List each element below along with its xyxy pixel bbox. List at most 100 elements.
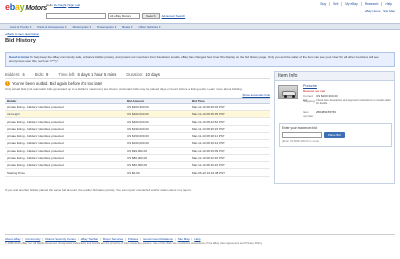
bid-time-cell: Mar-11-10 08:25:35 PST — [190, 110, 270, 119]
duration-stat: Duration: 10 days — [126, 72, 160, 77]
table-row: private listing - bidders' identities pr… — [5, 125, 270, 134]
footer-separator: | — [174, 237, 176, 241]
bid-amount-cell: US $100,000.00 — [125, 139, 190, 148]
item-title-link[interactable]: Porsche — [303, 84, 317, 88]
footer-separator: | — [140, 237, 142, 241]
bid-time-cell: Mar-11-10 08:26:02 PST — [190, 103, 270, 112]
help-link[interactable]: Help — [381, 2, 395, 6]
footer-link[interactable]: Buyer Services — [103, 237, 123, 241]
bidder-cell: private listing - bidders' identities pr… — [5, 139, 125, 148]
table-row: trk-freight US $200,000.00 Mar-11-10 08:25… — [5, 110, 270, 119]
table-row: private listing - bidders' identities pr… — [5, 161, 270, 170]
chevron-down-icon: ▾ — [29, 24, 32, 29]
footer-separator: | — [77, 237, 79, 241]
info-text: To help keep the eBay community safe, en… — [9, 55, 379, 63]
item-number-value: 280489155760 — [316, 110, 337, 114]
nav-boats[interactable]: Boats▾ — [122, 25, 132, 29]
footer-link[interactable]: eBay Toolbar — [81, 237, 98, 241]
my-ebay-link[interactable]: My eBay — [341, 2, 360, 6]
advanced-search-link[interactable]: Advanced Search — [162, 14, 186, 18]
bidder-cell: private listing - bidders' identities pr… — [5, 117, 125, 126]
chevron-down-icon: ▾ — [159, 24, 161, 29]
ebay-motors-logo[interactable]: ebayMotors — [5, 2, 47, 12]
nav-motorcycles[interactable]: Motorcycles▾ — [73, 25, 92, 29]
footer-separator: | — [42, 237, 44, 241]
subtop-links[interactable]: eBay Home · Site Map — [365, 9, 395, 13]
table-row: private listing - bidders' identities pr… — [5, 147, 270, 155]
item-number-row: Item number: 280489155760 — [303, 110, 391, 118]
top-links: Buy Sell My eBay Research Help — [318, 2, 395, 6]
chevron-down-icon: ▾ — [130, 24, 133, 29]
back-link[interactable]: ◂ Back to item description — [5, 32, 39, 36]
item-info-header: Item Info — [275, 72, 394, 81]
item-thumbnail[interactable] — [278, 85, 298, 99]
bidder-cell: private listing - bidders' identities pr… — [5, 132, 125, 141]
bid-time-cell: Mar-11-10 08:18:11 PST — [190, 132, 270, 141]
footer-link[interactable]: Site Map — [178, 237, 190, 241]
bidder-cell[interactable]: trk-freight — [5, 110, 125, 119]
bid-amount-cell: US $200,000.00 — [125, 110, 190, 119]
nav-cars-trucks[interactable]: Cars & Trucks▾ — [10, 25, 31, 29]
table-row: private listing - bidders' identities pr… — [5, 117, 270, 126]
footer-separator: | — [100, 237, 101, 241]
nav-other-vehicles[interactable]: Other Vehicles▾ — [138, 25, 160, 29]
max-bid-input[interactable] — [282, 132, 322, 138]
search-button[interactable]: Search — [142, 13, 160, 19]
bid-stats: Bidders: 4 Bids: 9 Time left: 6 days 1 hour… — [5, 71, 270, 79]
table-row: private listing - bidders' identities pr… — [5, 154, 270, 163]
footer-separator: | — [191, 237, 193, 241]
bidder-cell: Starting Price — [5, 168, 125, 177]
footer-link[interactable]: Policies — [128, 237, 138, 241]
footer-link[interactable]: Motors Security Center — [45, 237, 76, 241]
bid-amount-cell: US $190,000.00 — [125, 125, 190, 134]
buy-link[interactable]: Buy — [318, 2, 330, 6]
table-row: Starting Price US $0.99 Mar-05-10 19:16:38… — [5, 168, 270, 177]
footer-link[interactable]: Community — [25, 237, 40, 241]
table-row: private listing - bidders' identities pr… — [5, 103, 270, 112]
bid-amount-cell: US $99,000.00 — [125, 147, 190, 155]
footer-separator: | — [125, 237, 126, 241]
place-bid-button[interactable]: Place Bid — [324, 132, 345, 138]
chevron-down-icon: ▾ — [89, 24, 92, 29]
sell-link[interactable]: Sell — [329, 2, 341, 6]
copyright: © 1995-2010 eBay Inc. All Rights Reserve… — [5, 242, 263, 245]
bid-amount-cell: US $0.99 — [125, 168, 190, 177]
search-bar: All eBay Motors Search Advanced Search — [46, 13, 185, 19]
bid-time-cell: Mar-11-10 08:16:44 PST — [190, 139, 270, 148]
max-bid-label: Enter your maximum bid: — [282, 126, 318, 130]
bid-history-panel: Bidders: 4 Bids: 9 Time left: 6 days 1 hour… — [5, 71, 270, 177]
search-input[interactable] — [46, 13, 106, 19]
page-title: Bid History — [5, 38, 36, 44]
nav-powersports[interactable]: Powersports▾ — [97, 25, 116, 29]
bid-amount-cell: US $80,000.00 — [125, 154, 190, 163]
footer-divider — [5, 234, 395, 235]
item-info-panel: Item Info Porsche Reserve not met Curren… — [274, 71, 395, 184]
item-summary: Porsche Reserve not met Current bid: US … — [275, 81, 394, 121]
chevron-down-icon: ▾ — [114, 24, 117, 29]
nav-parts-accessories[interactable]: Parts & Accessories▾ — [37, 25, 66, 29]
show-automatic-bids-link[interactable]: Show automatic bids — [242, 93, 270, 97]
bid-time-cell: Mar-11-10 08:24:52 PST — [190, 117, 270, 126]
reserve-status: Reserve not met — [303, 89, 326, 93]
table-row: private listing - bidders' identities pr… — [5, 132, 270, 141]
time-left-stat: Time left: 6 days 1 hour 5 mins — [58, 72, 117, 77]
bidder-cell: private listing - bidders' identities pr… — [5, 147, 125, 155]
bid-time-cell: Mar-11-10 08:20:15 PST — [190, 125, 270, 134]
footnote: If you and another bidder placed the sam… — [5, 188, 192, 192]
bid-time-cell: Mar-11-10 08:15:09 PST — [190, 147, 270, 155]
category-select[interactable]: All eBay Motors — [108, 13, 140, 19]
bid-amount-cell: US $200,000.00 — [125, 117, 190, 126]
bid-amount-cell: US $200,300.00 — [125, 103, 190, 112]
footer-separator: | — [22, 237, 24, 241]
bidder-cell: private listing - bidders' identities pr… — [5, 103, 125, 112]
sign-out-link[interactable]: Sign out — [68, 3, 79, 7]
bid-hint: (Enter US $200,400.00 or more) — [282, 140, 320, 143]
footer-link[interactable]: About eBay — [5, 237, 21, 241]
bid-time-cell: Mar-05-10 19:16:38 PST — [190, 168, 270, 177]
footer-link[interactable]: Government Relations — [143, 237, 173, 241]
bid-amount-cell: US $50,000.00 — [125, 161, 190, 170]
user-link[interactable]: trk-freight — [54, 3, 67, 7]
shipping-value: Check item description and payment instr… — [316, 99, 391, 105]
footer-link[interactable]: Help — [194, 237, 200, 241]
research-link[interactable]: Research — [360, 2, 382, 6]
